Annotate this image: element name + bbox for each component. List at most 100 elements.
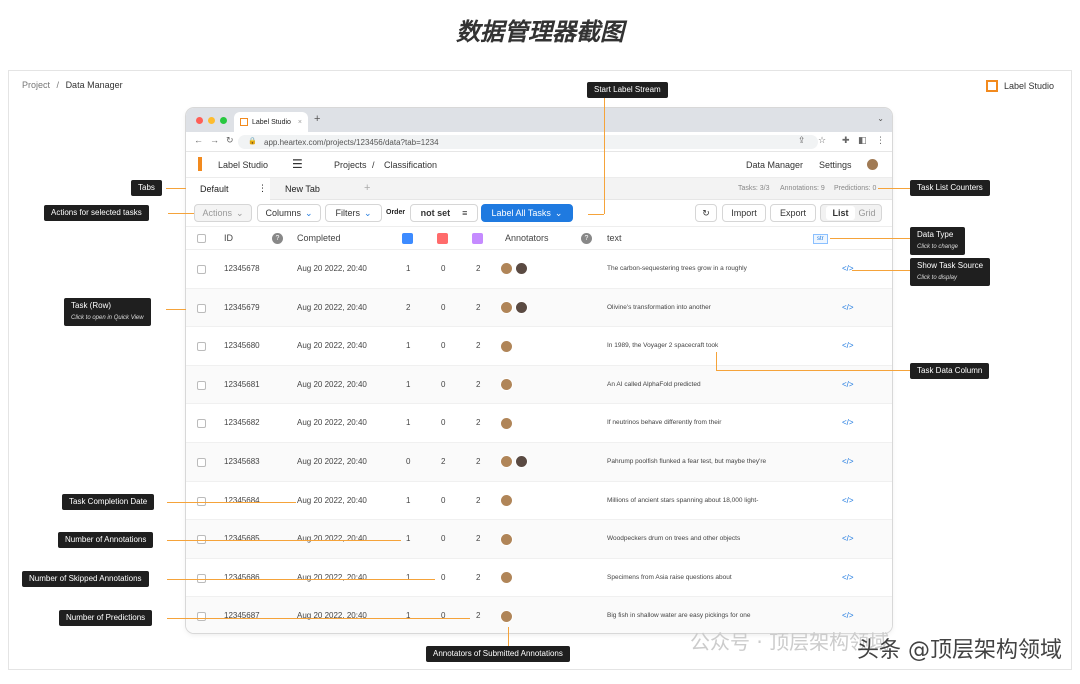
list-view-button[interactable]: List (826, 206, 855, 220)
import-button[interactable]: Import (722, 204, 766, 222)
table-row[interactable]: 12345678 Aug 20 2022, 20:40 1 0 2 The carbon-… (186, 250, 892, 289)
task-annotations-count: 1 (406, 418, 411, 428)
callout-line (168, 213, 194, 214)
reload-icon[interactable]: ↻ (226, 135, 234, 146)
code-icon[interactable]: </> (842, 443, 854, 481)
annotator-avatar (515, 262, 528, 276)
label-all-tasks-button[interactable]: Label All Tasks ⌄ (481, 204, 573, 222)
tab-close-icon[interactable]: × (298, 119, 302, 126)
table-row[interactable]: 12345679 Aug 20 2022, 20:40 2 0 2 Olivine's t… (186, 288, 892, 328)
share-icon[interactable]: ⇪ (798, 135, 806, 146)
col-text[interactable]: text (607, 227, 622, 249)
task-skipped-count: 0 (441, 418, 446, 428)
close-window-icon[interactable] (196, 117, 203, 124)
row-checkbox[interactable] (197, 380, 206, 390)
task-table: 12345678 Aug 20 2022, 20:40 1 0 2 The carbon-… (186, 250, 892, 633)
col-annotators[interactable]: Annotators (505, 227, 549, 249)
table-row[interactable]: 12345681 Aug 20 2022, 20:40 1 0 2 An AI calle… (186, 365, 892, 405)
chevron-down-icon[interactable]: ⌄ (877, 114, 884, 123)
help-icon[interactable]: ? (581, 233, 592, 244)
annotators-cell (500, 520, 515, 558)
user-avatar[interactable] (866, 158, 879, 171)
task-text: Woodpeckers drum on trees and other obje… (607, 535, 741, 543)
forward-icon[interactable]: → (210, 135, 219, 145)
extensions-icon[interactable]: ✚ (842, 135, 850, 146)
callout-line (508, 627, 509, 646)
callout-line (716, 370, 910, 371)
add-tab-icon[interactable]: + (364, 182, 370, 194)
task-predictions-count: 2 (476, 379, 481, 389)
callout-task-row: Task (Row) Click to open in Quick View (64, 298, 151, 326)
nav-project-link[interactable]: Classification (384, 160, 437, 170)
brand-name: Label Studio (1004, 81, 1055, 91)
col-completed[interactable]: Completed (297, 227, 341, 249)
breadcrumb-project[interactable]: Project (22, 80, 50, 90)
chevron-down-icon[interactable]: ⌄ (555, 208, 563, 219)
row-checkbox[interactable] (197, 265, 206, 274)
tab-default[interactable]: Default ⋮ (186, 178, 270, 200)
table-row[interactable]: 12345682 Aug 20 2022, 20:40 1 0 2 If neutrino… (186, 404, 892, 443)
grid-view-button[interactable]: Grid (859, 208, 876, 218)
select-all-checkbox[interactable] (197, 234, 206, 243)
code-icon[interactable]: </> (842, 482, 854, 520)
data-manager-link[interactable]: Data Manager (746, 160, 803, 170)
callout-start-stream: Start Label Stream (587, 82, 668, 98)
callout-line (604, 98, 605, 214)
sidebar-icon[interactable]: ◧ (858, 135, 867, 146)
annotators-cell (500, 250, 530, 288)
task-completed: Aug 20 2022, 20:40 (297, 611, 367, 621)
row-checkbox[interactable] (197, 457, 206, 467)
callout-annotators: Annotators of Submitted Annotations (426, 646, 570, 662)
annotators-cell (500, 289, 530, 327)
col-id[interactable]: ID (224, 227, 233, 249)
help-icon[interactable]: ? (272, 233, 283, 244)
new-browser-tab-icon[interactable]: + (314, 113, 320, 125)
row-checkbox[interactable] (197, 342, 206, 352)
table-row[interactable]: 12345680 Aug 20 2022, 20:40 1 0 2 In 1989, th… (186, 327, 892, 366)
task-text: In 1989, the Voyager 2 spacecraft took (607, 342, 719, 350)
url-field[interactable]: 🔒 app.heartex.com/projects/123456/data?t… (238, 135, 818, 149)
minimize-window-icon[interactable] (208, 117, 215, 124)
export-button[interactable]: Export (770, 204, 816, 222)
table-row[interactable]: 12345683 Aug 20 2022, 20:40 0 2 2 Pahrump poo… (186, 442, 892, 482)
task-id: 12345686 (224, 572, 260, 582)
data-type-badge[interactable]: str (813, 234, 828, 244)
row-checkbox[interactable] (197, 419, 206, 429)
code-icon[interactable]: </> (842, 289, 854, 327)
table-row[interactable]: 12345684 Aug 20 2022, 20:40 1 0 2 Millions of… (186, 482, 892, 521)
task-predictions-count: 2 (476, 495, 481, 505)
code-icon[interactable]: </> (842, 366, 854, 404)
code-icon[interactable]: </> (842, 250, 854, 288)
actions-button[interactable]: Actions ⌄ (194, 204, 252, 222)
tab-new[interactable]: New Tab (285, 184, 320, 194)
browser-tab[interactable]: Label Studio × (234, 112, 308, 132)
filters-button[interactable]: Filters ⌄ (325, 204, 382, 222)
refresh-button[interactable]: ↻ (695, 204, 717, 222)
sort-icon[interactable]: ≡ (462, 208, 467, 218)
hamburger-menu-icon[interactable]: ☰ (292, 157, 303, 171)
tab-options-icon[interactable]: ⋮ (258, 183, 267, 194)
annotators-cell (500, 404, 515, 442)
row-checkbox[interactable] (197, 612, 206, 622)
order-select[interactable]: not set ≡ (410, 204, 478, 222)
columns-button[interactable]: Columns ⌄ (257, 204, 321, 222)
code-icon[interactable]: </> (842, 559, 854, 597)
callout-data-column: Task Data Column (910, 363, 990, 379)
back-icon[interactable]: ← (194, 135, 203, 145)
row-checkbox[interactable] (197, 303, 206, 313)
app-logo-text[interactable]: Label Studio (218, 160, 268, 170)
callout-num-annotations: Number of Annotations (58, 532, 154, 548)
task-predictions-count: 2 (476, 418, 481, 428)
settings-link[interactable]: Settings (819, 160, 852, 170)
nav-projects-link[interactable]: Projects (334, 160, 367, 170)
menu-icon[interactable]: ⋮ (876, 135, 885, 146)
annotator-avatar (500, 300, 513, 314)
callout-task-row-sub: Click to open in Quick View (71, 315, 144, 321)
refresh-icon: ↻ (702, 207, 710, 218)
code-icon[interactable]: </> (842, 520, 854, 558)
annotations-count-icon (402, 233, 413, 244)
star-icon[interactable]: ☆ (818, 135, 826, 146)
code-icon[interactable]: </> (842, 327, 854, 365)
maximize-window-icon[interactable] (220, 117, 227, 124)
code-icon[interactable]: </> (842, 404, 854, 442)
